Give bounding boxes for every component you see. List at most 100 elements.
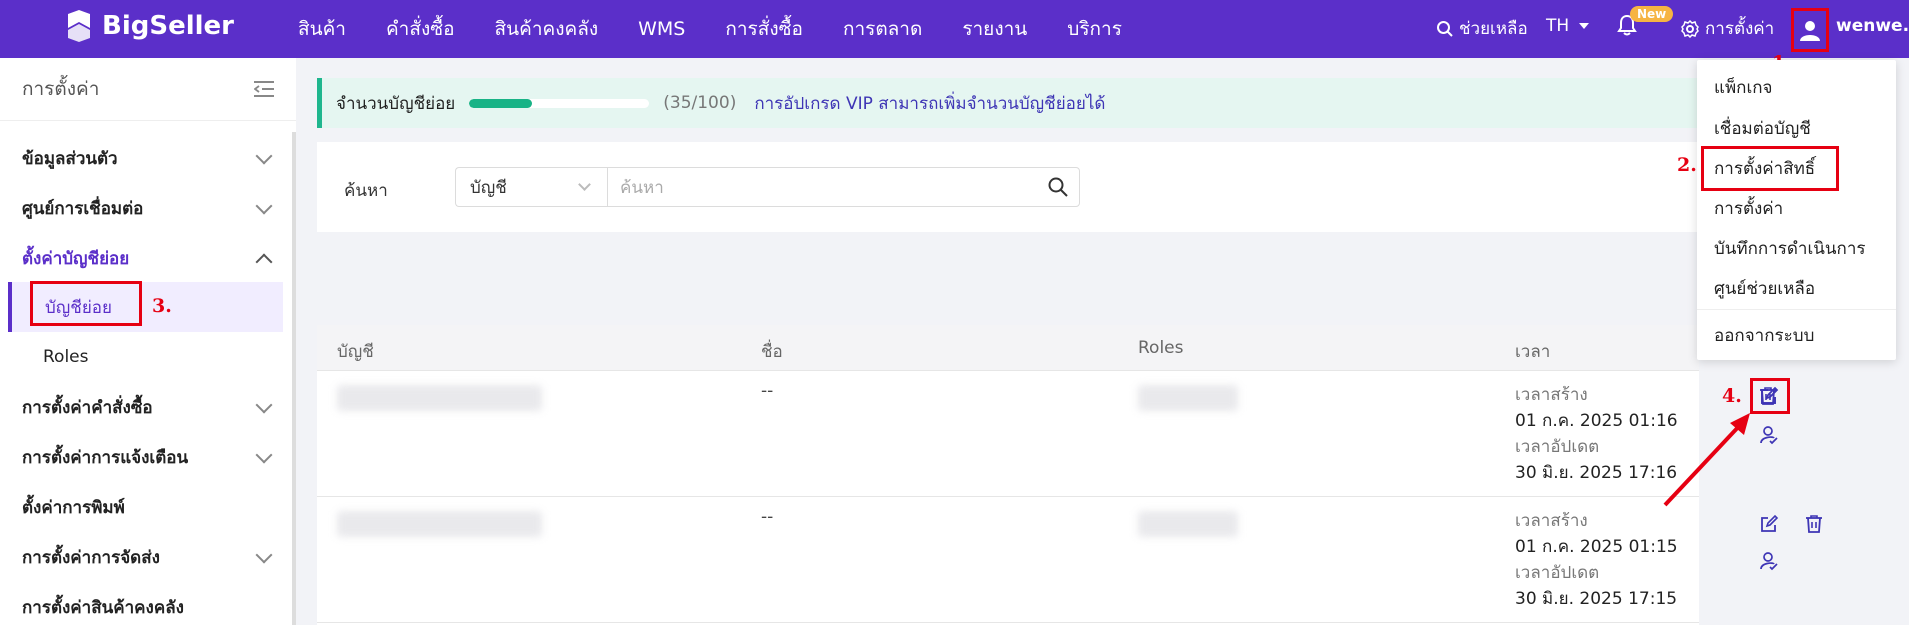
menu-item-connect-account[interactable]: เชื่อมต่อบัญชี [1714, 115, 1811, 142]
upgrade-vip-link[interactable]: การอัปเกรด VIP สามารถเพิ่มจำนวนบัญชีย่อย… [754, 90, 1105, 117]
sidebar-item-sub-accounts[interactable]: ตั้งค่าบัญชีย่อย [22, 245, 274, 272]
annotation-arrow [1663, 413, 1750, 507]
nav-purchase[interactable]: การสั่งซื้อ [725, 14, 803, 44]
nav-inventory[interactable]: สินค้าคงคลัง [495, 14, 599, 44]
sidebar-title: การตั้งค่า [22, 78, 100, 100]
user-dropdown-menu: แพ็กเกจ เชื่อมต่อบัญชี การตั้งค่าสิทธิ์ … [1697, 60, 1896, 360]
created-time: 01 ก.ค. 2025 01:15 [1515, 537, 1678, 557]
help-label: ช่วยเหลือ [1459, 19, 1528, 39]
gear-icon [1681, 19, 1699, 38]
edit-icon [1761, 514, 1779, 532]
table-row: -- เวลาสร้าง 01 ก.ค. 2025 01:16 เวลาอัปเ… [317, 371, 1779, 497]
search-icon [1048, 177, 1068, 197]
user-permission-icon [1760, 426, 1778, 445]
created-time: 01 ก.ค. 2025 01:16 [1515, 411, 1678, 431]
edit-button-highlighted[interactable] [1759, 386, 1779, 411]
account-redacted [337, 385, 542, 411]
permission-button[interactable] [1759, 551, 1779, 576]
nav-wms[interactable]: WMS [638, 18, 685, 40]
chevron-down-icon [578, 177, 591, 191]
permission-button[interactable] [1759, 425, 1779, 450]
logo-text: BigSeller [102, 11, 234, 41]
chevron-up-icon [255, 253, 273, 270]
settings-sidebar: การตั้งค่า ข้อมูลส่วนตัว ศูนย์การเชื่อมต… [0, 58, 296, 625]
search-field-select[interactable]: บัญชี [455, 167, 607, 207]
quota-label: จำนวนบัญชีย่อย [336, 93, 456, 114]
chevron-down-icon [255, 446, 273, 463]
sidebar-item-connection[interactable]: ศูนย์การเชื่อมต่อ [22, 195, 274, 222]
collapse-menu-icon[interactable] [254, 81, 274, 97]
sidebar-item-personal[interactable]: ข้อมูลส่วนตัว [22, 145, 274, 172]
column-roles: Roles [1138, 338, 1184, 358]
main-nav: สินค้า คำสั่งซื้อ สินค้าคงคลัง WMS การสั… [298, 0, 1162, 58]
nav-products[interactable]: สินค้า [298, 14, 346, 44]
help-link[interactable]: ช่วยเหลือ [1436, 15, 1528, 42]
user-permission-icon [1760, 552, 1778, 571]
updated-time: 30 มิ.ย. 2025 17:15 [1515, 589, 1678, 609]
column-account: บัญชี [337, 342, 374, 362]
user-avatar-button[interactable] [1791, 8, 1829, 52]
nav-orders[interactable]: คำสั่งซื้อ [386, 14, 455, 44]
menu-item-help-center[interactable]: ศูนย์ช่วยเหลือ [1714, 275, 1815, 302]
annotation-step-2: 2. [1677, 154, 1697, 176]
top-settings-link[interactable]: การตั้งค่า [1681, 15, 1774, 42]
annotation-step-3: 3. [152, 295, 172, 317]
quota-count: (35/100) [663, 93, 737, 113]
sub-account-quota-banner: จำนวนบัญชีย่อย (35/100) การอัปเกรด VIP ส… [317, 78, 1699, 128]
top-settings-label: การตั้งค่า [1705, 19, 1775, 39]
search-field-value: บัญชี [470, 177, 507, 198]
menu-item-settings[interactable]: การตั้งค่า [1714, 195, 1783, 222]
trash-icon [1806, 515, 1822, 533]
sub-account-table: บัญชี ชื่อ Roles เวลา -- เวลาสร้าง 01 ก.… [317, 325, 1779, 625]
table-row: -- เวลาสร้าง 01 ก.ค. 2025 01:15 เวลาอัปเ… [317, 497, 1699, 623]
sidebar-item-label: การตั้งค่าคำสั่งซื้อ [22, 398, 153, 418]
bigseller-logo[interactable]: BigSeller [64, 10, 234, 42]
sidebar-scrollbar[interactable] [292, 132, 296, 625]
search-submit-button[interactable] [1047, 176, 1069, 203]
chevron-down-icon [255, 147, 273, 164]
edit-icon [1761, 386, 1779, 404]
search-placeholder: ค้นหา [620, 177, 664, 198]
sidebar-item-print-settings[interactable]: ตั้งค่าการพิมพ์ [22, 494, 274, 521]
language-label: TH [1546, 16, 1570, 36]
nav-reports[interactable]: รายงาน [962, 14, 1027, 44]
column-time: เวลา [1515, 342, 1551, 362]
delete-button[interactable] [1804, 514, 1824, 539]
username[interactable]: wenwe... [1836, 16, 1909, 36]
language-select[interactable]: TH [1546, 16, 1590, 36]
menu-item-operation-log[interactable]: บันทึกการดำเนินการ [1714, 235, 1866, 262]
nav-services[interactable]: บริการ [1067, 14, 1122, 44]
sidebar-item-inventory-settings[interactable]: การตั้งค่าสินค้าคงคลัง [22, 594, 274, 621]
roles-redacted [1138, 385, 1238, 411]
sidebar-item-order-settings[interactable]: การตั้งค่าคำสั่งซื้อ [22, 394, 274, 421]
sidebar-item-label: ตั้งค่าบัญชีย่อย [22, 249, 130, 269]
search-icon [1437, 20, 1453, 37]
sidebar-item-label: การตั้งค่าสินค้าคงคลัง [22, 598, 184, 618]
sidebar-item-shipping-settings[interactable]: การตั้งค่าการจัดส่ง [22, 544, 274, 571]
chevron-down-icon [255, 546, 273, 563]
created-label: เวลาสร้าง [1515, 385, 1588, 405]
menu-item-logout[interactable]: ออกจากระบบ [1714, 322, 1814, 349]
annotation-box-step-2 [1701, 146, 1839, 191]
sidebar-item-label: Roles [43, 347, 89, 367]
logo-icon [68, 10, 90, 42]
quota-progress-bar [469, 98, 650, 108]
annotation-box-step-3 [30, 281, 142, 326]
sidebar-item-notification-settings[interactable]: การตั้งค่าการแจ้งเตือน [22, 444, 274, 471]
search-input[interactable]: ค้นหา [607, 167, 1080, 207]
sidebar-item-label: การตั้งค่าการแจ้งเตือน [22, 448, 189, 468]
edit-button[interactable] [1759, 514, 1779, 539]
sidebar-item-label: การตั้งค่าการจัดส่ง [22, 548, 160, 568]
quota-progress-fill [469, 98, 533, 108]
updated-time: 30 มิ.ย. 2025 17:16 [1515, 463, 1678, 483]
caret-down-icon [1579, 23, 1590, 29]
nav-marketing[interactable]: การตลาด [843, 14, 922, 44]
sidebar-subitem-roles[interactable]: Roles [8, 332, 283, 382]
menu-item-package[interactable]: แพ็กเกจ [1714, 74, 1773, 101]
roles-redacted [1138, 511, 1238, 537]
column-name: ชื่อ [761, 342, 783, 362]
chevron-down-icon [255, 197, 273, 214]
search-panel: ค้นหา บัญชี ค้นหา [317, 142, 1699, 232]
sidebar-header: การตั้งค่า [0, 58, 296, 121]
chevron-down-icon [255, 396, 273, 413]
